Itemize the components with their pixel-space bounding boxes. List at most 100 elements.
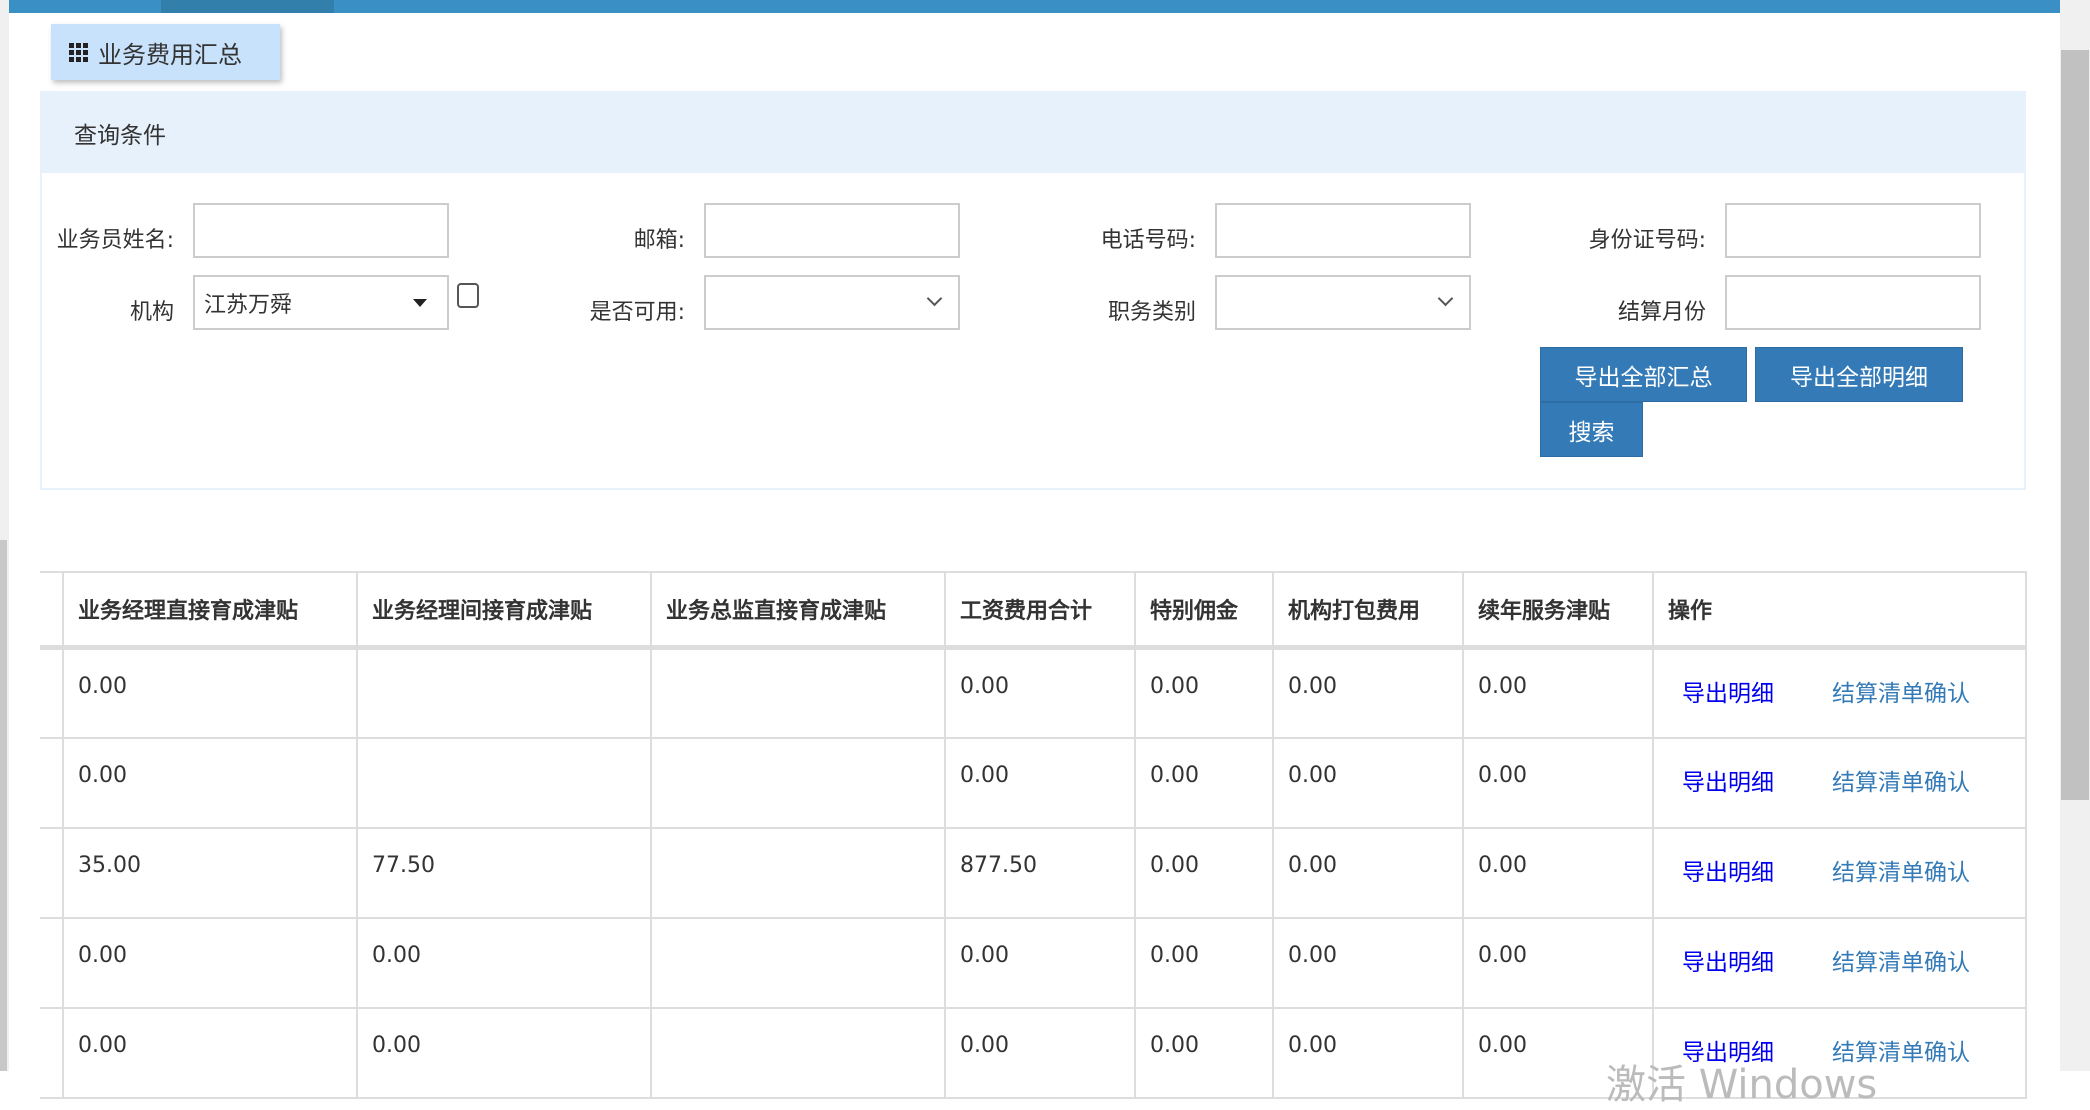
confirm-settlement-link[interactable]: 结算清单确认 <box>1832 763 1970 797</box>
confirm-settlement-link[interactable]: 结算清单确认 <box>1832 853 1970 887</box>
column-header[interactable]: 业务经理直接育成津贴 <box>62 571 358 650</box>
table-cell <box>650 1006 946 1099</box>
table-cell <box>650 736 946 829</box>
confirm-settlement-link[interactable]: 结算清单确认 <box>1832 943 1970 977</box>
column-header <box>40 571 64 650</box>
email-input[interactable] <box>704 203 960 258</box>
left-scrollbar-thumb[interactable] <box>0 540 7 1071</box>
left-scrollbar[interactable] <box>0 0 9 1071</box>
actions-cell: 导出明细 结算清单确认 <box>1652 826 2027 919</box>
column-header[interactable]: 业务总监直接育成津贴 <box>650 571 946 650</box>
organization-checkbox[interactable] <box>457 283 479 308</box>
top-bar <box>9 0 2069 13</box>
chevron-down-icon <box>1437 290 1454 307</box>
table-cell: 0.00 <box>1134 916 1274 1009</box>
page-title-tab[interactable]: 业务费用汇总 <box>51 24 280 80</box>
table-cell: 0.00 <box>944 736 1136 829</box>
table-cell: 0.00 <box>944 646 1136 739</box>
table-cell <box>356 646 652 739</box>
table-cell: 0.00 <box>62 916 358 1009</box>
chevron-down-icon <box>926 290 943 307</box>
query-panel-heading: 查询条件 <box>42 93 2024 173</box>
settlement-month-label: 结算月份 <box>1617 300 1706 325</box>
table-cell <box>650 646 946 739</box>
grid-icon <box>69 42 88 62</box>
email-label: 邮箱: <box>633 228 685 253</box>
actions-cell: 导出明细 结算清单确认 <box>1652 646 2027 739</box>
table-cell: 0.00 <box>356 916 652 1009</box>
vertical-scrollbar[interactable] <box>2060 0 2090 1071</box>
export-detail-link[interactable]: 导出明细 <box>1682 943 1774 977</box>
table-cell: 0.00 <box>1462 646 1654 739</box>
actions-cell: 导出明细 结算清单确认 <box>1652 736 2027 829</box>
export-detail-link[interactable]: 导出明细 <box>1682 763 1774 797</box>
table-cell: 0.00 <box>1272 1006 1464 1099</box>
table-cell: 0.00 <box>1272 826 1464 919</box>
table-cell: 77.50 <box>356 826 652 919</box>
table-cell: 0.00 <box>1462 916 1654 1009</box>
windows-activation-watermark: 激活 Windows <box>1606 1062 1878 1108</box>
table-row: 0.00 0.00 0.00 0.00 0.00 导出明细 结算清单确认 <box>40 736 2027 829</box>
id-number-label: 身份证号码: <box>1588 228 1706 253</box>
export-detail-link[interactable]: 导出明细 <box>1682 853 1774 887</box>
column-header[interactable]: 业务经理间接育成津贴 <box>356 571 652 650</box>
table-cell: 0.00 <box>1134 826 1274 919</box>
position-type-label: 职务类别 <box>1107 300 1196 325</box>
export-all-summary-button[interactable]: 导出全部汇总 <box>1540 347 1747 402</box>
phone-label: 电话号码: <box>1100 228 1196 253</box>
page-title: 业务费用汇总 <box>98 40 242 69</box>
table-cell: 0.00 <box>1134 646 1274 739</box>
organization-label: 机构 <box>129 300 174 325</box>
organization-select[interactable]: 江苏万舜 <box>193 275 449 330</box>
table-cell: 0.00 <box>1134 736 1274 829</box>
column-header[interactable]: 工资费用合计 <box>944 571 1136 650</box>
table-row: 0.00 0.00 0.00 0.00 0.00 0.00 导出明细 结算清单确认 <box>40 916 2027 1009</box>
organization-value: 江苏万舜 <box>204 292 293 318</box>
confirm-settlement-link[interactable]: 结算清单确认 <box>1832 674 1970 708</box>
caret-down-icon <box>413 299 427 307</box>
top-bar-active-segment[interactable] <box>161 0 334 13</box>
table-cell <box>356 736 652 829</box>
enabled-label: 是否可用: <box>589 300 685 325</box>
table-cell <box>650 916 946 1009</box>
table-cell <box>650 826 946 919</box>
table-cell: 0.00 <box>356 1006 652 1099</box>
table-cell <box>40 826 64 919</box>
table-row: 35.00 77.50 877.50 0.00 0.00 0.00 导出明细 结算清单确认 <box>40 826 2027 919</box>
fee-summary-table: 业务经理直接育成津贴 业务经理间接育成津贴 业务总监直接育成津贴 工资费用合计 … <box>40 571 2027 1099</box>
position-type-select[interactable] <box>1215 275 1471 330</box>
salesperson-name-input[interactable] <box>193 203 449 258</box>
table-cell: 35.00 <box>62 826 358 919</box>
table-cell: 0.00 <box>1462 736 1654 829</box>
table-cell <box>40 736 64 829</box>
search-button[interactable]: 搜索 <box>1540 402 1643 457</box>
actions-cell: 导出明细 结算清单确认 <box>1652 916 2027 1009</box>
table-cell <box>40 646 64 739</box>
id-number-input[interactable] <box>1725 203 1981 258</box>
column-header: 操作 <box>1652 571 2027 650</box>
export-all-detail-button[interactable]: 导出全部明细 <box>1755 347 1963 402</box>
column-header[interactable]: 特别佣金 <box>1134 571 1274 650</box>
table-cell: 0.00 <box>62 736 358 829</box>
enabled-select[interactable] <box>704 275 960 330</box>
table-header-row: 业务经理直接育成津贴 业务经理间接育成津贴 业务总监直接育成津贴 工资费用合计 … <box>40 571 2027 650</box>
phone-input[interactable] <box>1215 203 1471 258</box>
salesperson-name-label: 业务员姓名: <box>56 228 174 253</box>
table-cell: 0.00 <box>1462 826 1654 919</box>
table-cell: 0.00 <box>62 1006 358 1099</box>
table-row: 0.00 0.00 0.00 0.00 0.00 导出明细 结算清单确认 <box>40 646 2027 739</box>
table-cell <box>40 1006 64 1099</box>
column-header[interactable]: 续年服务津贴 <box>1462 571 1654 650</box>
table-cell: 0.00 <box>1272 646 1464 739</box>
settlement-month-input[interactable] <box>1725 275 1981 330</box>
table-cell: 0.00 <box>62 646 358 739</box>
table-cell: 877.50 <box>944 826 1136 919</box>
column-header[interactable]: 机构打包费用 <box>1272 571 1464 650</box>
export-detail-link[interactable]: 导出明细 <box>1682 674 1774 708</box>
table-cell: 0.00 <box>1134 1006 1274 1099</box>
table-cell: 0.00 <box>1272 736 1464 829</box>
table-cell: 0.00 <box>944 1006 1136 1099</box>
table-cell: 0.00 <box>1272 916 1464 1009</box>
vertical-scrollbar-thumb[interactable] <box>2061 50 2089 800</box>
table-cell: 0.00 <box>944 916 1136 1009</box>
